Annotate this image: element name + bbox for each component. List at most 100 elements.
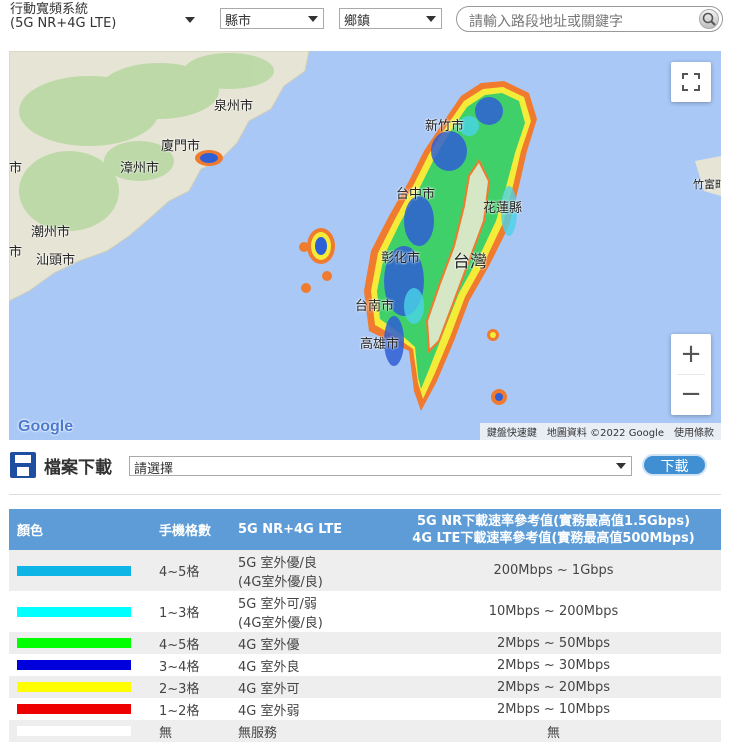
terms-link[interactable]: 使用條款 [671,424,717,439]
legend-row: 2~3格 4G 室外可 2Mbps ~ 20Mbps [9,676,721,698]
legend-swatch [17,660,131,670]
legend-row: 1~3格 5G 室外可/弱 (4G室外優/良) 10Mbps ~ 200Mbps [9,591,721,632]
header-bars: 手機格數 [151,509,230,550]
legend-bars: 2~3格 [151,676,230,698]
legend-tech: 無服務 [230,720,386,742]
legend-row: 4~5格 4G 室外優 2Mbps ~ 50Mbps [9,632,721,654]
county-select-value: 縣市 [225,14,252,29]
legend-speed: 2Mbps ~ 30Mbps [386,654,721,676]
legend-speed: 無 [386,720,721,742]
map-canvas [9,51,721,411]
header-tech: 5G NR+4G LTE [230,509,386,550]
search-placeholder: 請輸入路段地址或關鍵字 [469,14,623,30]
file-select-value: 請選擇 [134,462,174,477]
map-label-taiwan: 台灣 [453,252,487,272]
system-select-line2: (5G NR+4G LTE) [10,16,117,31]
county-select[interactable]: 縣市 [220,8,324,29]
header-speed: 5G NR下載速率參考值(實務最高值1.5Gbps) 4G LTE下載速率參考值… [386,509,721,550]
legend-tech: 4G 室外可 [230,676,386,698]
penghu-islands [299,228,335,293]
fullscreen-icon [682,73,700,91]
map-label-hsinchu: 新竹市 [425,119,465,134]
map-label-tainan: 台南市 [355,299,395,314]
legend-tech: 4G 室外弱 [230,698,386,720]
legend-tech: 4G 室外良 [230,654,386,676]
legend-body: 4~5格 5G 室外優/良 (4G室外優/良) 200Mbps ~ 1Gbps 1~3格… [9,550,721,742]
map-label-taichung: 台中市 [396,187,436,202]
map-label-changhua: 彰化市 [381,251,421,266]
legend-color-cell [9,676,151,698]
legend-bars: 4~5格 [151,550,230,591]
east-islands [487,329,507,405]
legend-tech-line1: 4G 室外良 [238,659,300,675]
map-label-left-city2: 市 [9,245,23,260]
map-label-left-city1: 市 [9,161,23,176]
search-icon[interactable] [699,9,719,29]
google-logo[interactable]: Google [18,418,73,436]
map-label-quanzhou: 泉州市 [214,99,254,114]
legend-tech-line1: 4G 室外弱 [238,703,300,719]
legend-swatch [17,565,131,576]
map-label-chaozhou: 潮州市 [31,225,71,240]
legend-speed: 2Mbps ~ 50Mbps [386,632,721,654]
legend-color-cell [9,632,151,654]
legend-row: 4~5格 5G 室外優/良 (4G室外優/良) 200Mbps ~ 1Gbps [9,550,721,591]
legend-color-cell [9,720,151,742]
legend-bars: 無 [151,720,230,742]
keyboard-shortcuts-link[interactable]: 鍵盤快速鍵 [484,424,540,439]
download-button[interactable]: 下載 [642,454,707,476]
legend-speed: 200Mbps ~ 1Gbps [386,550,721,591]
legend-tech: 4G 室外優 [230,632,386,654]
map-label-hualien: 花蓮縣 [483,201,523,216]
divider [9,494,721,495]
legend-header: 顏色 手機格數 5G NR+4G LTE 5G NR下載速率參考值(實務最高值1… [9,509,721,550]
fullscreen-button[interactable] [671,62,711,102]
chevron-down-icon [308,15,318,22]
legend-tech-line1: 4G 室外可 [238,681,300,697]
legend-speed: 2Mbps ~ 10Mbps [386,698,721,720]
map-label-xiamen: 廈門市 [161,139,201,154]
legend-speed: 10Mbps ~ 200Mbps [386,591,721,632]
legend-color-cell [9,654,151,676]
township-select-value: 鄉鎮 [344,14,371,29]
save-icon [10,452,36,478]
legend-tech-line2: (4G室外優/良) [238,574,323,590]
legend-swatch [17,704,131,714]
legend-swatch [17,606,131,617]
legend-table: 顏色 手機格數 5G NR+4G LTE 5G NR下載速率參考值(實務最高值1… [9,509,721,742]
legend-swatch [17,726,131,736]
legend-color-cell [9,698,151,720]
legend-row: 3~4格 4G 室外良 2Mbps ~ 30Mbps [9,654,721,676]
legend-bars: 1~3格 [151,591,230,632]
file-select[interactable]: 請選擇 [129,456,632,477]
coverage-map[interactable]: 泉州市 廈門市 漳州市 市 潮州市 市 汕頭市 新竹市 台中市 花蓮縣 台灣 彰… [9,51,721,440]
township-select[interactable]: 鄉鎮 [339,8,442,29]
legend-color-cell [9,591,151,632]
header-speed-line1: 5G NR下載速率參考值(實務最高值1.5Gbps) [416,513,691,529]
search-input[interactable]: 請輸入路段地址或關鍵字 [456,6,723,32]
legend-swatch [17,682,131,692]
legend-bars: 1~2格 [151,698,230,720]
zoom-controls: + − [671,334,711,415]
legend-tech: 5G 室外可/弱 (4G室外優/良) [230,591,386,632]
system-select[interactable]: 行動寬頻系統 (5G NR+4G LTE) [6,2,200,38]
legend-tech-line2: (4G室外優/良) [238,615,323,631]
chevron-down-icon [185,17,195,23]
legend-tech-line1: 4G 室外優 [238,637,300,653]
legend-tech: 5G 室外優/良 (4G室外優/良) [230,550,386,591]
map-data-text: 地圖資料 ©2022 Google [546,428,664,439]
legend-swatch [17,638,131,648]
zoom-out-button[interactable]: − [671,375,711,415]
system-select-line1: 行動寬頻系統 [10,2,89,17]
legend-tech-line1: 無服務 [238,725,278,741]
map-label-taketomi: 竹富町 [693,178,721,191]
legend-bars: 3~4格 [151,654,230,676]
legend-color-cell [9,550,151,591]
legend-row: 1~2格 4G 室外弱 2Mbps ~ 10Mbps [9,698,721,720]
map-label-shantou: 汕頭市 [36,253,76,268]
header-color: 顏色 [9,509,151,550]
legend-bars: 4~5格 [151,632,230,654]
legend-speed: 2Mbps ~ 20Mbps [386,676,721,698]
legend-row: 無無服務無 [9,720,721,742]
zoom-in-button[interactable]: + [671,334,711,374]
